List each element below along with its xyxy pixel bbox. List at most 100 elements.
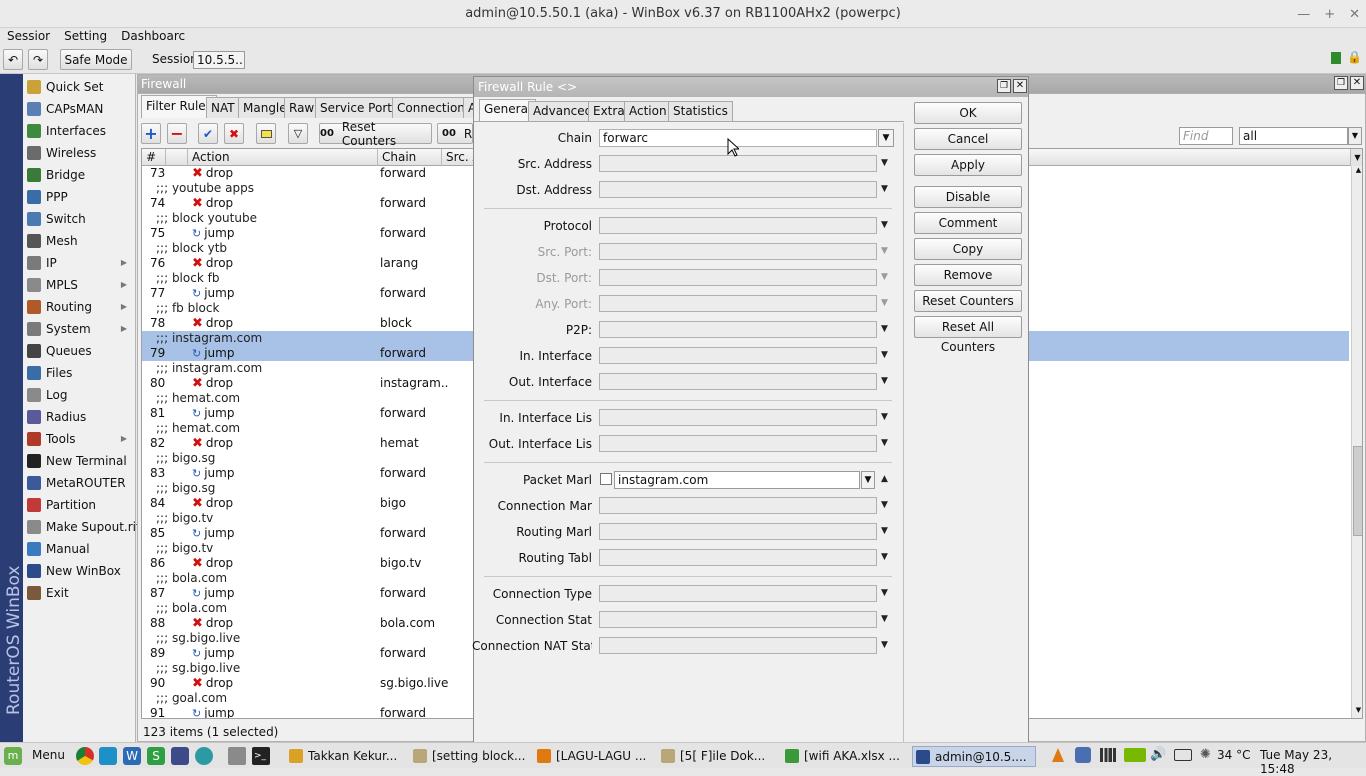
sidebar-item-log[interactable]: Log [23,384,135,406]
sidebar-item-mesh[interactable]: Mesh [23,230,135,252]
scroll-down-arrow[interactable]: ▼ [1353,706,1362,716]
close-icon[interactable]: ✕ [1350,76,1364,90]
sidebar-item-quick-set[interactable]: Quick Set [23,76,135,98]
dst-address-expand-icon[interactable]: ▼ [881,181,891,198]
out-interface-list-expand-icon[interactable]: ▼ [881,435,891,452]
routing-table-expand-icon[interactable]: ▼ [881,549,891,566]
sidebar-item-ip[interactable]: IP ▶ [23,252,135,274]
taskbar-task[interactable]: [wifi AKA.xlsx ... [782,746,906,767]
any-port-input[interactable] [599,295,877,312]
reset-all-counters-button[interactable]: Reset All Counters [914,316,1022,354]
taskbar-task[interactable]: [LAGU-LAGU ... [534,746,652,767]
chrome-launcher-icon[interactable] [76,747,94,765]
sidebar-item-wireless[interactable]: Wireless [23,142,135,164]
connection-state-expand-icon[interactable]: ▼ [881,611,891,628]
column-chooser-arrow[interactable]: ▼ [1351,149,1362,166]
routing-mark-expand-icon[interactable]: ▼ [881,523,891,540]
scroll-up-arrow[interactable]: ▲ [1353,166,1362,176]
sidebar-item-capsman[interactable]: CAPsMAN [23,98,135,120]
network-launcher-icon[interactable] [195,747,213,765]
nvidia-icon[interactable] [1124,748,1146,762]
sidebar-item-partition[interactable]: Partition [23,494,135,516]
close-icon[interactable]: ✕ [1349,7,1360,22]
sidebar-item-bridge[interactable]: Bridge [23,164,135,186]
connection-type-input[interactable] [599,585,877,602]
src-address-expand-icon[interactable]: ▼ [881,155,891,172]
sidebar-item-files[interactable]: Files [23,362,135,384]
sidebar-item-manual[interactable]: Manual [23,538,135,560]
routing-mark-input[interactable] [599,523,877,540]
session-field[interactable]: 10.5.5... [193,51,245,69]
filter-select[interactable]: all [1239,127,1348,145]
p2p-expand-icon[interactable]: ▼ [881,321,891,338]
packet-mark-collapse-icon[interactable]: ▲ [881,471,891,488]
redo-button[interactable]: ↷ [28,49,48,70]
sidebar-item-ppp[interactable]: PPP [23,186,135,208]
clock[interactable]: Tue May 23, 15:48 [1260,748,1366,776]
sidebar-item-radius[interactable]: Radius [23,406,135,428]
mint-menu-icon[interactable]: m [4,747,22,765]
battery-icon[interactable] [1174,749,1192,761]
filter-button[interactable]: ▽ [288,123,308,144]
sidebar-item-exit[interactable]: Exit [23,582,135,604]
in-interface-list-input[interactable] [599,409,877,426]
signal-icon[interactable] [1100,748,1116,762]
comment-button[interactable]: Comment [914,212,1022,234]
reset-counters-button[interactable]: 00 Reset Counters [319,120,432,148]
disable-button[interactable]: ✖ [224,123,244,144]
dst-port-input[interactable] [599,269,877,286]
taskbar-task[interactable]: [5[ F]ile Dok... [658,746,776,767]
winbox-launcher-icon[interactable] [171,747,189,765]
menu-button[interactable]: Menu [32,748,65,762]
sidebar-item-tools[interactable]: Tools ▶ [23,428,135,450]
reset-all-counters-button[interactable]: 00 R [437,123,473,144]
packet-mark-dropdown-button[interactable]: ▼ [861,471,875,489]
packet-mark-negate-checkbox[interactable] [600,473,612,485]
taskbar-task[interactable]: [setting block... [410,746,528,767]
sidebar-item-switch[interactable]: Switch [23,208,135,230]
menu-session[interactable]: Sessior [0,28,57,46]
in-interface-expand-icon[interactable]: ▼ [881,347,891,364]
filter-dropdown-arrow[interactable]: ▼ [1348,127,1362,145]
comment-button[interactable] [256,123,276,144]
sidebar-item-new-winbox[interactable]: New WinBox [23,560,135,582]
minimize-icon[interactable]: — [1297,7,1310,22]
enable-button[interactable]: ✔ [198,123,218,144]
out-interface-list-input[interactable] [599,435,877,452]
cancel-button[interactable]: Cancel [914,128,1022,150]
column-header-action[interactable]: Action [188,149,378,166]
skype-launcher-icon[interactable] [99,747,117,765]
dst-address-input[interactable] [599,181,877,198]
protocol-input[interactable] [599,217,877,234]
safe-mode-button[interactable]: Safe Mode [60,49,132,70]
src-port-expand-icon[interactable]: ▼ [881,243,891,260]
chain-dropdown-button[interactable]: ▼ [878,129,894,147]
scroll-thumb[interactable] [1353,446,1362,536]
reset-counters-button[interactable]: Reset Counters [914,290,1022,312]
routing-table-input[interactable] [599,549,877,566]
add-button[interactable]: + [141,123,161,144]
p2p-input[interactable] [599,321,877,338]
sidebar-item-queues[interactable]: Queues [23,340,135,362]
apply-button[interactable]: Apply [914,154,1022,176]
out-interface-expand-icon[interactable]: ▼ [881,373,891,390]
sidebar-item-interfaces[interactable]: Interfaces [23,120,135,142]
shield-icon[interactable] [1075,747,1091,763]
close-icon[interactable]: ✕ [1013,79,1027,93]
tab-action[interactable]: Action [624,101,672,121]
column-header-number[interactable]: # [142,149,166,166]
ok-button[interactable]: OK [914,102,1022,124]
connection-mark-expand-icon[interactable]: ▼ [881,497,891,514]
sidebar-item-routing[interactable]: Routing ▶ [23,296,135,318]
remove-button[interactable]: Remove [914,264,1022,286]
tab-nat[interactable]: NAT [206,97,240,118]
files-launcher-icon[interactable] [228,747,246,765]
menu-dashboard[interactable]: Dashboarc [114,28,192,46]
sidebar-item-system[interactable]: System ▶ [23,318,135,340]
tab-service-ports[interactable]: Service Ports [315,97,404,118]
vlc-tray-icon[interactable] [1052,748,1064,762]
in-interface-input[interactable] [599,347,877,364]
packet-mark-input[interactable]: instagram.com [614,471,860,489]
undo-button[interactable]: ↶ [3,49,23,70]
connection-type-expand-icon[interactable]: ▼ [881,585,891,602]
